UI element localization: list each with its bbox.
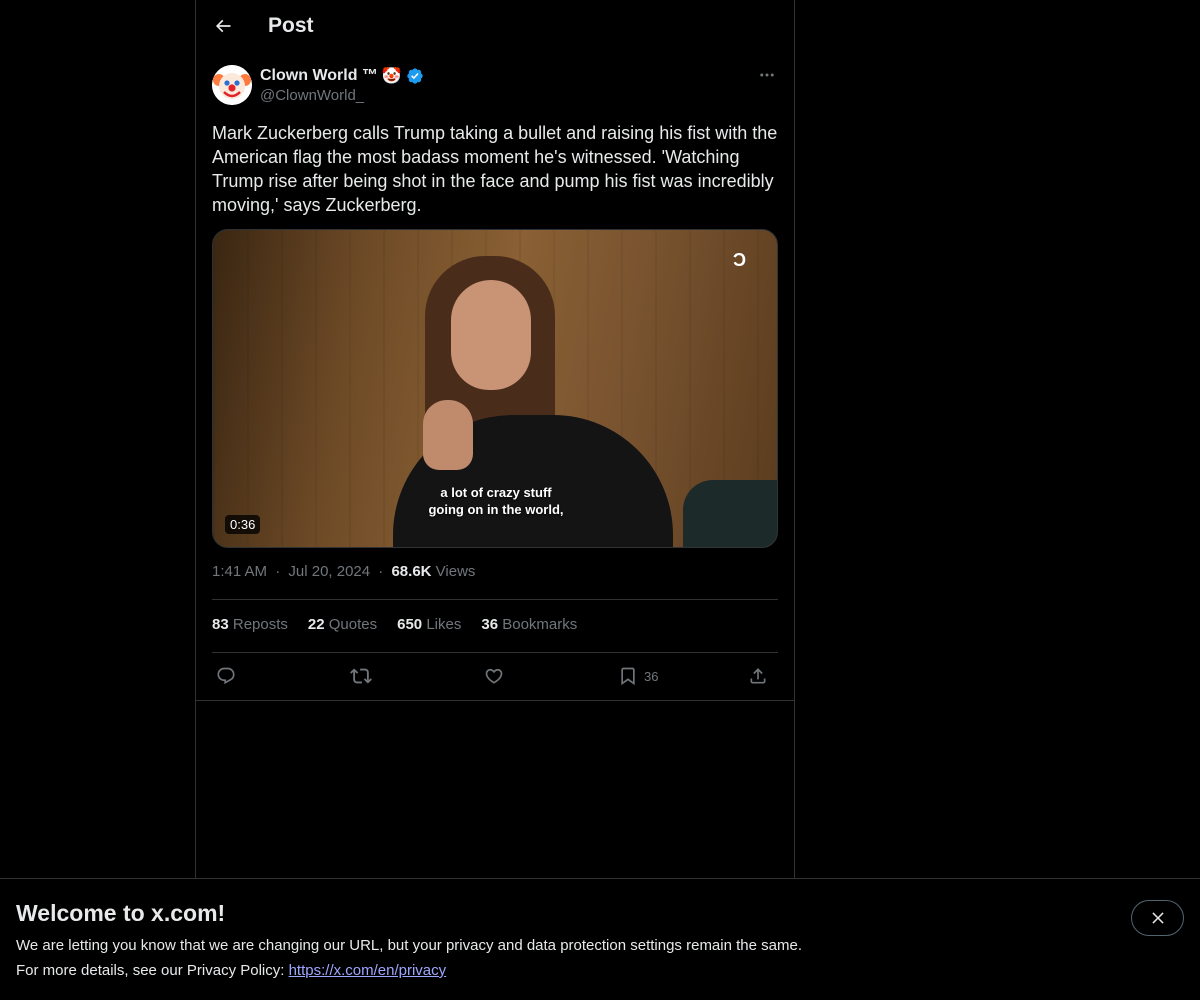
action-bar: 36	[212, 663, 778, 689]
quotes-stat[interactable]: 22 Quotes	[308, 616, 377, 633]
name-line: Clown World ™ 🤡	[260, 66, 424, 86]
meta-separator: ·	[378, 563, 384, 580]
close-banner-button[interactable]	[1131, 900, 1184, 936]
display-name[interactable]: Clown World ™	[260, 67, 378, 85]
page-title: Post	[268, 14, 314, 37]
video-caption-line-1: a lot of crazy stuff	[440, 485, 552, 500]
bookmarks-label: Bookmarks	[502, 616, 578, 633]
post-time[interactable]: 1:41 AM	[212, 563, 267, 580]
post: Clown World ™ 🤡 @ClownWorld_ Mark Zucker…	[212, 64, 778, 548]
reply-button[interactable]	[216, 663, 236, 689]
divider	[212, 599, 778, 600]
video-caption-line-2: going on in the world,	[428, 502, 564, 517]
video-frame-hand	[423, 400, 473, 470]
views-label: Views	[435, 563, 476, 580]
post-stats: 83 Reposts 22 Quotes 650 Likes 36 Bookma…	[212, 616, 577, 633]
likes-stat[interactable]: 650 Likes	[397, 616, 461, 633]
page-header: Post	[196, 0, 794, 53]
bookmarks-stat[interactable]: 36 Bookmarks	[481, 616, 577, 633]
welcome-banner: Welcome to x.com! We are letting you kno…	[0, 878, 1200, 1000]
verified-badge-icon	[407, 68, 423, 84]
likes-count: 650	[397, 616, 423, 633]
share-button[interactable]	[748, 663, 768, 689]
more-options-button[interactable]	[756, 64, 778, 86]
bookmark-button[interactable]: 36	[618, 663, 658, 689]
arrow-left-icon	[215, 19, 231, 33]
avatar[interactable]	[212, 65, 252, 105]
quotes-count: 22	[307, 616, 325, 633]
views-count: 68.6K	[391, 563, 432, 580]
post-bottom-border	[196, 700, 794, 701]
banner-privacy-line: For more details, see our Privacy Policy…	[16, 962, 446, 979]
likes-label: Likes	[426, 616, 462, 633]
meta-separator: ·	[275, 563, 281, 580]
reply-icon	[217, 667, 235, 685]
video-watermark-icon: Ͻ	[733, 250, 746, 270]
heart-icon	[485, 668, 503, 684]
video-frame-face	[451, 280, 531, 390]
divider	[212, 652, 778, 653]
banner-message: We are letting you know that we are chan…	[16, 937, 802, 954]
post-meta: 1:41 AM · Jul 20, 2024 · 68.6K Views	[212, 563, 475, 580]
back-button[interactable]	[208, 11, 238, 41]
author-row: Clown World ™ 🤡 @ClownWorld_	[212, 64, 778, 108]
main-column: Post Clown World ™ 🤡 @ClownWorld_ Mark Z…	[195, 0, 795, 879]
repost-icon	[350, 668, 372, 684]
share-icon	[750, 668, 766, 684]
quotes-label: Quotes	[328, 616, 378, 633]
video-caption: a lot of crazy stuff going on in the wor…	[213, 484, 777, 518]
video-duration-badge: 0:36	[225, 515, 261, 534]
bookmark-count: 36	[644, 668, 659, 684]
more-horizontal-icon	[760, 73, 774, 77]
banner-privacy-prefix: For more details, see our Privacy Policy…	[16, 962, 289, 979]
banner-title: Welcome to x.com!	[16, 900, 226, 926]
repost-button[interactable]	[350, 663, 372, 689]
bookmarks-count: 36	[481, 616, 499, 633]
clown-emoji: 🤡	[381, 68, 402, 85]
clown-avatar-icon	[212, 65, 252, 105]
reposts-label: Reposts	[232, 616, 288, 633]
privacy-policy-link[interactable]: https://x.com/en/privacy	[289, 962, 447, 979]
video-player[interactable]: Ͻ a lot of crazy stuff going on in the w…	[212, 229, 778, 548]
author-handle[interactable]: @ClownWorld_	[260, 87, 364, 104]
bookmark-icon	[621, 667, 635, 686]
reposts-stat[interactable]: 83 Reposts	[212, 616, 288, 633]
close-icon	[1151, 912, 1164, 924]
post-text: Mark Zuckerberg calls Trump taking a bul…	[212, 123, 778, 215]
reposts-count: 83	[212, 616, 229, 633]
post-date[interactable]: Jul 20, 2024	[288, 563, 370, 580]
like-button[interactable]	[484, 663, 504, 689]
